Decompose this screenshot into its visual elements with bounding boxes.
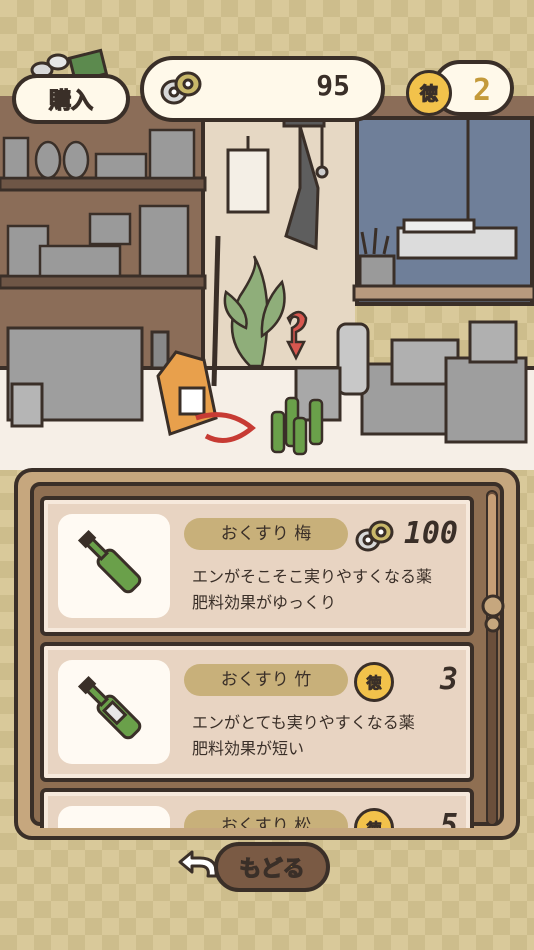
item-card-matsu[interactable]: おくすり 松 徳 5 (40, 788, 474, 828)
coin-stack-icon (355, 520, 394, 552)
item-description-line: エンがそこそこ実りやすくなる薬 (192, 567, 433, 586)
item-description: エンがそこそこ実りやすくなる薬 肥料効果がゆっくり (192, 564, 472, 616)
item-thumbnail (58, 660, 170, 764)
item-thumbnail (58, 514, 170, 618)
medicine-bottle-icon (77, 529, 142, 594)
item-price: 100 (403, 516, 458, 551)
toku-coin-icon: 徳 (406, 70, 452, 116)
medicine-bottle-icon (77, 675, 142, 740)
item-name: おくすり 梅 (184, 518, 348, 550)
buy-title-badge: 購入 (12, 74, 130, 124)
item-description-line: 肥料効果が短い (192, 739, 305, 758)
item-name: おくすり 松 (184, 810, 348, 828)
toku-coin-icon: 徳 (354, 662, 396, 702)
item-name: おくすり 竹 (184, 664, 348, 696)
item-description-line: 肥料効果がゆっくり (192, 593, 337, 612)
store-scene (0, 96, 534, 470)
item-price: 5 (439, 808, 458, 828)
toku-coin-icon: 徳 (354, 808, 396, 828)
item-description: エンがとても実りやすくなる薬 肥料効果が短い (192, 710, 472, 762)
item-description-line: エンがとても実りやすくなる薬 (192, 713, 415, 732)
back-button[interactable]: もどる (214, 842, 330, 892)
store-props (0, 112, 534, 456)
toku-balance-value: 2 (472, 73, 492, 108)
coin-balance-value: 95 (316, 69, 350, 102)
item-list[interactable]: おくすり 梅 100 エンがそこそこ実りやすくなる薬 肥料効果がゆっくり おくす… (40, 492, 474, 828)
toku-coin-glyph: 徳 (354, 662, 394, 702)
item-card-ume[interactable]: おくすり 梅 100 エンがそこそこ実りやすくなる薬 肥料効果がゆっくり (40, 496, 474, 636)
toku-coin-glyph: 徳 (354, 808, 394, 828)
item-card-take[interactable]: おくすり 竹 徳 3 エンがとても実りやすくなる薬 肥料効果が短い (40, 642, 474, 782)
panel-ornament-icon (481, 594, 505, 633)
coin-stack-icon (160, 71, 202, 105)
item-price: 3 (439, 662, 458, 697)
item-thumbnail (58, 806, 170, 828)
